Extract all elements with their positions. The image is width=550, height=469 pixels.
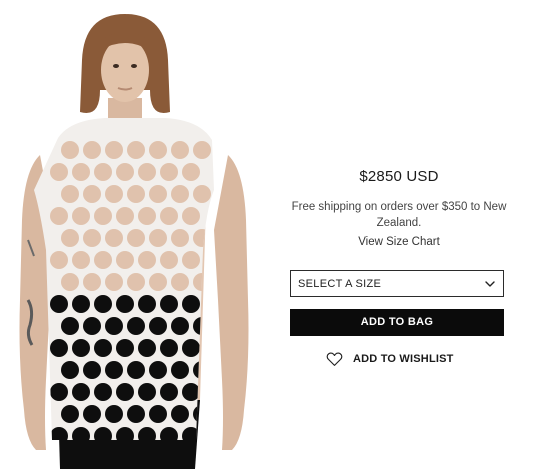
model-illustration <box>0 0 270 469</box>
shipping-notice: Free shipping on orders over $350 to New… <box>291 201 507 229</box>
product-page: $2850 USD Free shipping on orders over $… <box>0 0 550 469</box>
product-details: $2850 USD Free shipping on orders over $… <box>286 0 512 469</box>
chevron-down-icon <box>485 281 495 287</box>
product-image[interactable] <box>0 0 270 469</box>
size-select[interactable]: SELECT A SIZE <box>290 270 504 297</box>
size-select-value: SELECT A SIZE <box>298 278 382 290</box>
size-chart-link[interactable]: View Size Chart <box>286 236 512 248</box>
heart-outline-icon <box>326 352 343 366</box>
add-to-bag-button[interactable]: ADD TO BAG <box>290 309 504 336</box>
wishlist-label: ADD TO WISHLIST <box>353 353 454 365</box>
product-price: $2850 USD <box>359 168 439 185</box>
